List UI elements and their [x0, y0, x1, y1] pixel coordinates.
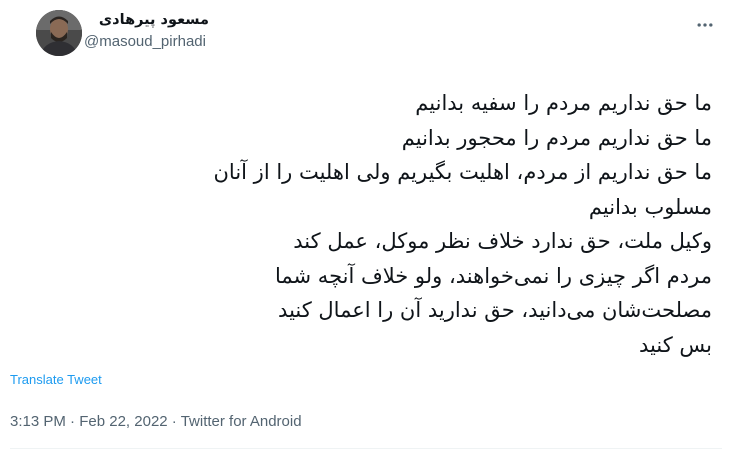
tweet-line: مسلوب بدانیم: [588, 194, 712, 219]
tweet-line: وکیل ملت، حق ندارد خلاف نظر موکل، عمل کن…: [293, 229, 712, 253]
meta-separator: ·: [65, 413, 80, 430]
tweet-line: مردم اگر چیزی را نمی‌خواهند، ولو خلاف آن…: [275, 263, 712, 288]
tweet-source[interactable]: Twitter for Android: [181, 413, 302, 430]
tweet-time[interactable]: 3:13 PM: [10, 413, 66, 430]
more-horizontal-icon: [697, 23, 713, 27]
tweet-line: بس کنید: [639, 332, 712, 357]
meta-separator: ·: [167, 413, 181, 430]
tweet-line: ما حق نداریم مردم را سفیه بدانیم: [415, 91, 712, 115]
tweet-line: ما حق نداریم مردم را محجور بدانیم: [401, 125, 712, 150]
tweet-line: ما حق نداریم از مردم، اهلیت بگیریم ولی ا…: [213, 160, 713, 184]
tweet-text: ما حق نداریم مردم را سفیه بدانیم ما حق ن…: [12, 86, 713, 362]
display-name[interactable]: مسعود پیرهادی: [84, 10, 209, 30]
user-handle[interactable]: @masoud_pirhadi: [84, 32, 404, 52]
more-options-button[interactable]: [690, 10, 720, 40]
profile-photo-icon: [36, 10, 82, 56]
translate-tweet-link[interactable]: Translate Tweet: [10, 372, 102, 387]
tweet-date[interactable]: Feb 22, 2022: [79, 413, 167, 430]
tweet-metadata: 3:13 PM · Feb 22, 2022 · Twitter for And…: [10, 413, 302, 430]
tweet-line: مصلحت‌شان می‌دانید، حق ندارید آن را اعما…: [278, 298, 712, 322]
tweet-header: مسعود پیرهادی @masoud_pirhadi: [0, 0, 732, 70]
user-info[interactable]: مسعود پیرهادی @masoud_pirhadi: [84, 10, 404, 52]
avatar[interactable]: [36, 10, 82, 56]
